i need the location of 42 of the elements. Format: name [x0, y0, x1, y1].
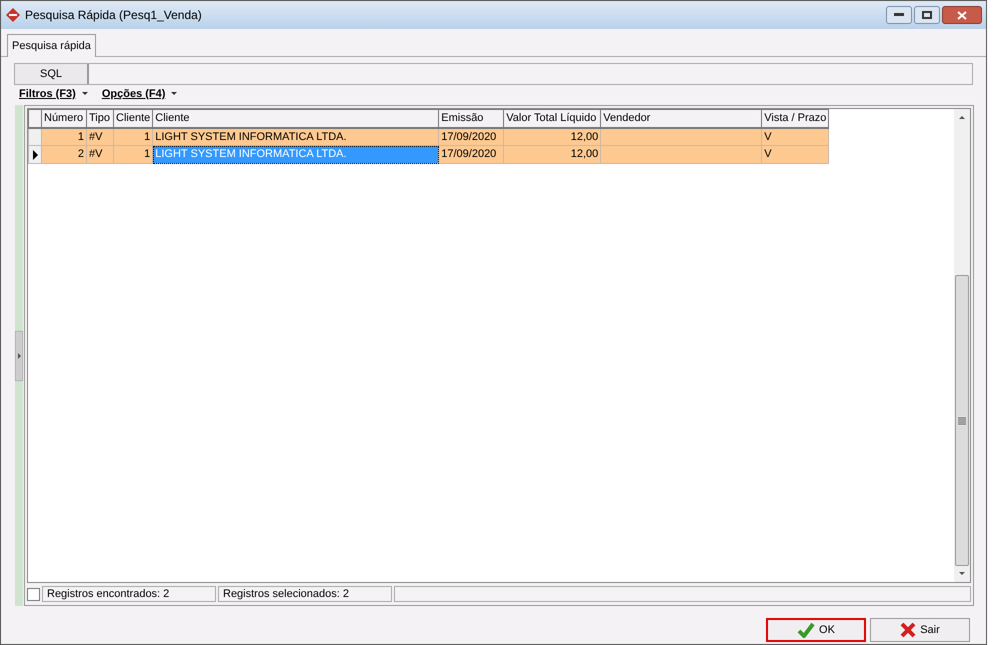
- dropdown-icon: [171, 92, 178, 96]
- menu-button[interactable]: Filtros (F3): [19, 86, 88, 102]
- close-icon: [957, 10, 967, 20]
- table-cell: 12,00: [504, 146, 601, 164]
- maximize-icon: [922, 11, 932, 19]
- column-header[interactable]: Número: [42, 110, 86, 128]
- dropdown-icon: [82, 92, 88, 96]
- column-header[interactable]: Vendedor: [600, 110, 762, 128]
- scrollbar[interactable]: [954, 109, 970, 582]
- table-cell: 17/09/2020: [438, 146, 504, 164]
- table-cell: 1: [114, 146, 153, 164]
- row-indicator[interactable]: [28, 146, 42, 164]
- minimize-button[interactable]: [886, 6, 912, 24]
- dialog-button[interactable]: Sair: [870, 618, 970, 642]
- check-icon: [797, 622, 816, 638]
- minimize-icon: [894, 13, 904, 17]
- column-header[interactable]: Valor Total Líquido: [504, 110, 601, 128]
- scroll-thumb[interactable]: [955, 275, 969, 566]
- column-header[interactable]: Vista / Prazo: [762, 110, 829, 128]
- table-cell: V: [762, 146, 829, 164]
- dialog-button[interactable]: OK: [766, 618, 866, 642]
- column-header[interactable]: Cliente: [114, 110, 153, 128]
- sql-button[interactable]: SQL: [15, 64, 89, 84]
- tab[interactable]: Pesquisa rápida: [7, 34, 96, 57]
- table-cell: LIGHT SYSTEM INFORMATICA LTDA.: [152, 146, 439, 164]
- close-icon: [900, 622, 916, 638]
- table-cell: 2: [42, 146, 86, 164]
- close-button[interactable]: [942, 6, 982, 24]
- column-header[interactable]: Cliente: [152, 110, 439, 128]
- sql-field[interactable]: SQL: [14, 63, 973, 85]
- checkbox[interactable]: [27, 588, 40, 600]
- status-field: Registros encontrados: 2: [42, 586, 216, 602]
- column-header[interactable]: Emissão: [438, 110, 504, 128]
- window-title: Pesquisa Rápida (Pesq1_Venda): [25, 7, 202, 24]
- maximize-button[interactable]: [914, 6, 940, 24]
- current-row-icon: [31, 148, 39, 160]
- app-icon: [5, 7, 21, 23]
- column-header[interactable]: Tipo: [86, 110, 114, 128]
- table-cell: #V: [86, 146, 114, 164]
- menu-button[interactable]: Opções (F4): [102, 86, 178, 102]
- status-field: Registros selecionados: 2: [218, 586, 392, 602]
- grip-icon: [958, 416, 966, 424]
